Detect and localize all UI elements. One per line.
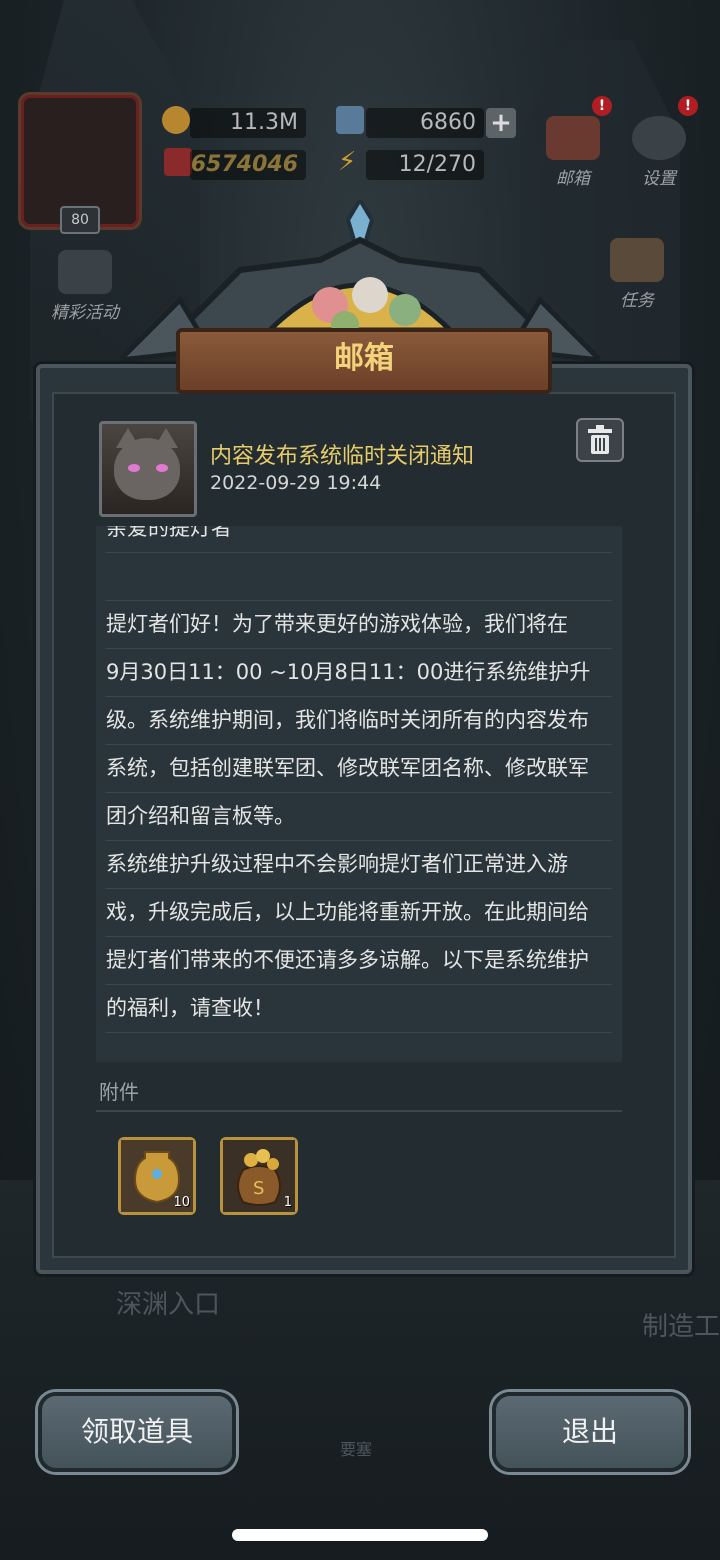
energy-icon: ⚡ [338,147,357,177]
mail-line: 团介绍和留言板等。 [106,792,612,841]
attachment-quantity: 1 [283,1195,292,1210]
energy-amount: 12/270 [366,150,484,180]
add-crystal-button[interactable]: + [486,108,516,138]
sender-avatar [99,421,197,517]
mail-line: 的福利，请查收！ [106,984,612,1033]
attachment-item[interactable]: S 1 [220,1137,298,1215]
attachment-item[interactable]: 10 [118,1137,196,1215]
gold-coin-icon [162,106,190,134]
trash-icon [588,425,612,454]
power-amount: 6574046 [190,150,306,180]
dialog-title: 邮箱 [176,328,552,394]
mail-line: 系统维护升级过程中不会影响提灯者们正常进入游 [106,840,612,889]
task-button[interactable]: 任务 [602,238,672,311]
abyss-entrance-label: 深渊入口 [116,1290,221,1320]
gold-amount: 11.3M [190,108,306,138]
task-label: 任务 [620,291,654,311]
mail-line: 级。系统维护期间，我们将临时关闭所有的内容发布 [106,696,612,745]
svg-text:S: S [253,1178,264,1199]
mail-body-scroll[interactable]: 亲爱的提灯者 提灯者们好！为了带来更好的游戏体验，我们将在 9月30日11：00… [96,526,622,1062]
attachments-divider [96,1110,622,1112]
settings-button[interactable]: 设置 [624,116,694,189]
crystal-amount: 6860 [366,108,484,138]
cat-ear-left [116,428,140,448]
scroll-icon [610,238,664,282]
mailbox-button[interactable]: 邮箱 [538,116,608,189]
mail-date: 2022-09-29 19:44 [210,472,382,494]
crystal-icon [336,106,364,134]
event-button[interactable]: 精彩活动 [40,250,130,323]
player-level: 80 [60,206,100,234]
claim-items-button[interactable]: 领取道具 [38,1392,236,1472]
event-label: 精彩活动 [51,303,119,323]
mail-line: 系统，包括创建联军团、修改联军团名称、修改联军 [106,744,612,793]
settings-alert-badge: ! [678,96,698,116]
mail-line: 9月30日11：00 ~10月8日11：00进行系统维护升 [106,648,612,697]
mail-line: 提灯者们带来的不便还请多多谅解。以下是系统维护 [106,936,612,985]
mail-title: 内容发布系统临时关闭通知 [210,444,475,469]
cat-eye-right [156,464,168,472]
mail-line [106,552,612,601]
cat-ear-right [154,428,178,448]
attachment-quantity: 10 [173,1195,190,1210]
mail-line: 亲爱的提灯者 [106,526,612,553]
cat-eye-left [128,464,140,472]
mailbox-alert-badge: ! [592,96,612,116]
workshop-label: 制造工 [642,1312,720,1342]
attachments-label: 附件 [99,1080,139,1104]
event-icon [58,250,112,294]
fortress-label: 要塞 [340,1440,373,1459]
mail-line: 提灯者们好！为了带来更好的游戏体验，我们将在 [106,600,612,649]
exit-button[interactable]: 退出 [492,1392,688,1472]
settings-label: 设置 [642,169,676,189]
gear-icon [632,116,686,160]
delete-mail-button[interactable] [576,418,624,462]
envelope-icon [546,116,600,160]
home-indicator[interactable] [232,1529,488,1541]
mailbox-label: 邮箱 [556,169,590,189]
mail-line: 戏，升级完成后，以上功能将重新开放。在此期间给 [106,888,612,937]
power-icon [164,148,192,176]
